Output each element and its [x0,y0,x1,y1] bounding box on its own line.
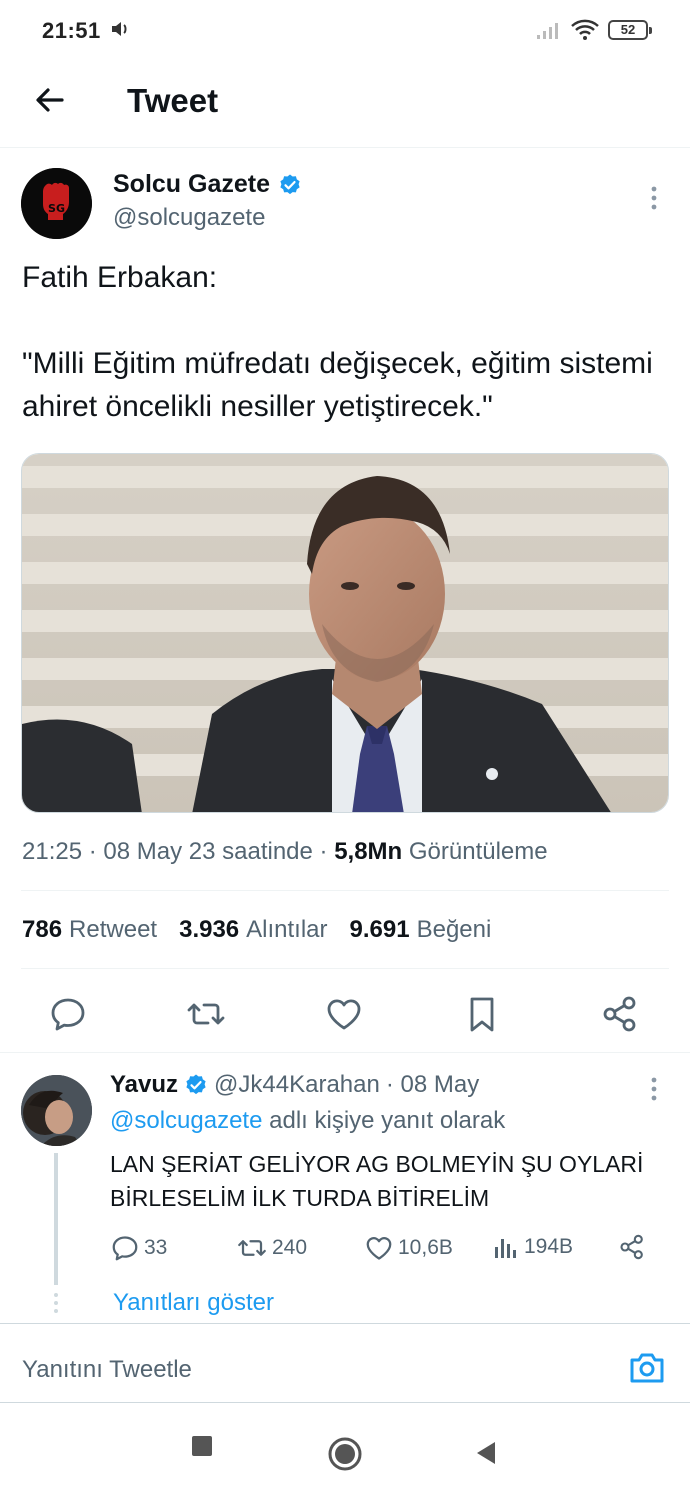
tweet-text: Fatih Erbakan: "Milli Eğitim müfredatı d… [22,261,653,423]
reply-reply-button[interactable]: 33 [110,1233,167,1263]
thread-line [54,1153,58,1285]
reply-author-name[interactable]: Yavuz [110,1071,178,1099]
retweet-count: 786 [22,916,63,943]
reply-share-button[interactable] [618,1233,646,1261]
reply-compose-bar[interactable]: Yanıtını Tweetle [0,1323,690,1403]
volume-icon [110,18,132,45]
wifi-icon [570,18,600,47]
thread-dots [52,1293,60,1317]
reply-icon[interactable] [48,994,88,1034]
avatar-logo-text: SG [48,202,65,215]
quote-count: 3.936 [179,916,240,943]
views-chart-icon [495,1239,516,1258]
system-nav-bar [0,1403,690,1495]
bookmark-icon[interactable] [462,994,502,1034]
tweet-actions [0,988,690,1048]
reply-retweet-button[interactable]: 240 [236,1233,307,1263]
divider [21,890,669,891]
reply-avatar[interactable] [21,1075,92,1146]
author-name-text: Solcu Gazete [113,170,270,198]
quote-stat[interactable]: 3.936 Alıntılar [179,916,327,944]
top-header: Tweet [0,62,690,148]
retweet-stat[interactable]: 786 Retweet [22,916,157,944]
author-name[interactable]: Solcu Gazete [113,170,302,199]
status-time: 21:51 [42,18,101,43]
reply-header: Yavuz @Jk44Karahan · 08 May [110,1071,479,1099]
reply-to-mention[interactable]: @solcugazete [110,1107,262,1134]
views-label: Görüntüleme [408,838,548,865]
reply-date: · 08 May [385,1071,480,1098]
reply-replies-count: 33 [144,1236,168,1259]
reply-icon [112,1236,138,1261]
tweet-timestamp: 21:25 · 08 May 23 saatinde · 5,8Mn Görün… [22,838,548,866]
like-label: Beğeni [416,916,492,943]
show-replies-link[interactable]: Yanıtları göster [113,1289,274,1317]
author-handle[interactable]: @solcugazete [113,204,265,232]
back-arrow-icon[interactable] [30,80,70,120]
reply-actions: 33 240 10,6B 194B [110,1233,670,1269]
signal-icon [536,20,564,45]
like-heart-icon[interactable] [324,994,364,1034]
share-icon[interactable] [600,994,640,1034]
avatar[interactable]: SG [21,168,92,239]
retweet-icon[interactable] [186,994,226,1034]
battery-icon: 52 [608,20,652,40]
verified-badge-icon [186,1074,206,1095]
reply-to-suffix: adlı kişiye yanıt olarak [269,1107,506,1134]
replying-to: @solcugazete adlı kişiye yanıt olarak [110,1107,505,1135]
page-title: Tweet [127,82,219,119]
reply-tweet[interactable]: Yavuz @Jk44Karahan · 08 May @solcugazete… [0,1052,690,1316]
tweet-photo[interactable] [21,453,669,813]
retweet-icon [238,1240,266,1256]
share-icon [620,1234,643,1260]
tweet-time-date: 21:25 · 08 May 23 saatinde · [22,838,335,865]
recents-square-icon[interactable] [191,1435,213,1462]
quote-label: Alıntılar [246,916,328,943]
divider [21,968,669,969]
views-count: 5,8Mn [334,838,403,865]
reply-views-button[interactable]: 194B [492,1233,573,1261]
camera-icon[interactable] [628,1350,666,1386]
compose-input[interactable]: Yanıtını Tweetle [22,1356,192,1384]
more-options-icon[interactable] [640,1075,668,1103]
reply-likes-count: 10,6B [398,1236,453,1259]
retweet-label: Retweet [69,916,158,943]
like-heart-icon [366,1237,392,1260]
like-count: 9.691 [349,916,410,943]
reply-retweets-count: 240 [272,1236,308,1259]
reply-like-button[interactable]: 10,6B [364,1233,453,1263]
like-stat[interactable]: 9.691 Beğeni [350,916,492,944]
home-circle-icon[interactable] [328,1437,362,1476]
more-options-icon[interactable] [640,184,668,212]
status-bar: 21:51 52 [0,0,690,62]
reply-views-count: 194B [524,1235,574,1258]
tweet-stats: 786 Retweet 3.936 Alıntılar 9.691 Beğeni [22,916,491,944]
verified-badge-icon [280,174,300,194]
back-triangle-icon[interactable] [476,1441,496,1470]
reply-author-handle[interactable]: @Jk44Karahan [214,1071,380,1099]
reply-text: LAN ŞERİAT GELİYOR AG BOLMEYİN ŞU OYLARİ… [110,1151,644,1211]
